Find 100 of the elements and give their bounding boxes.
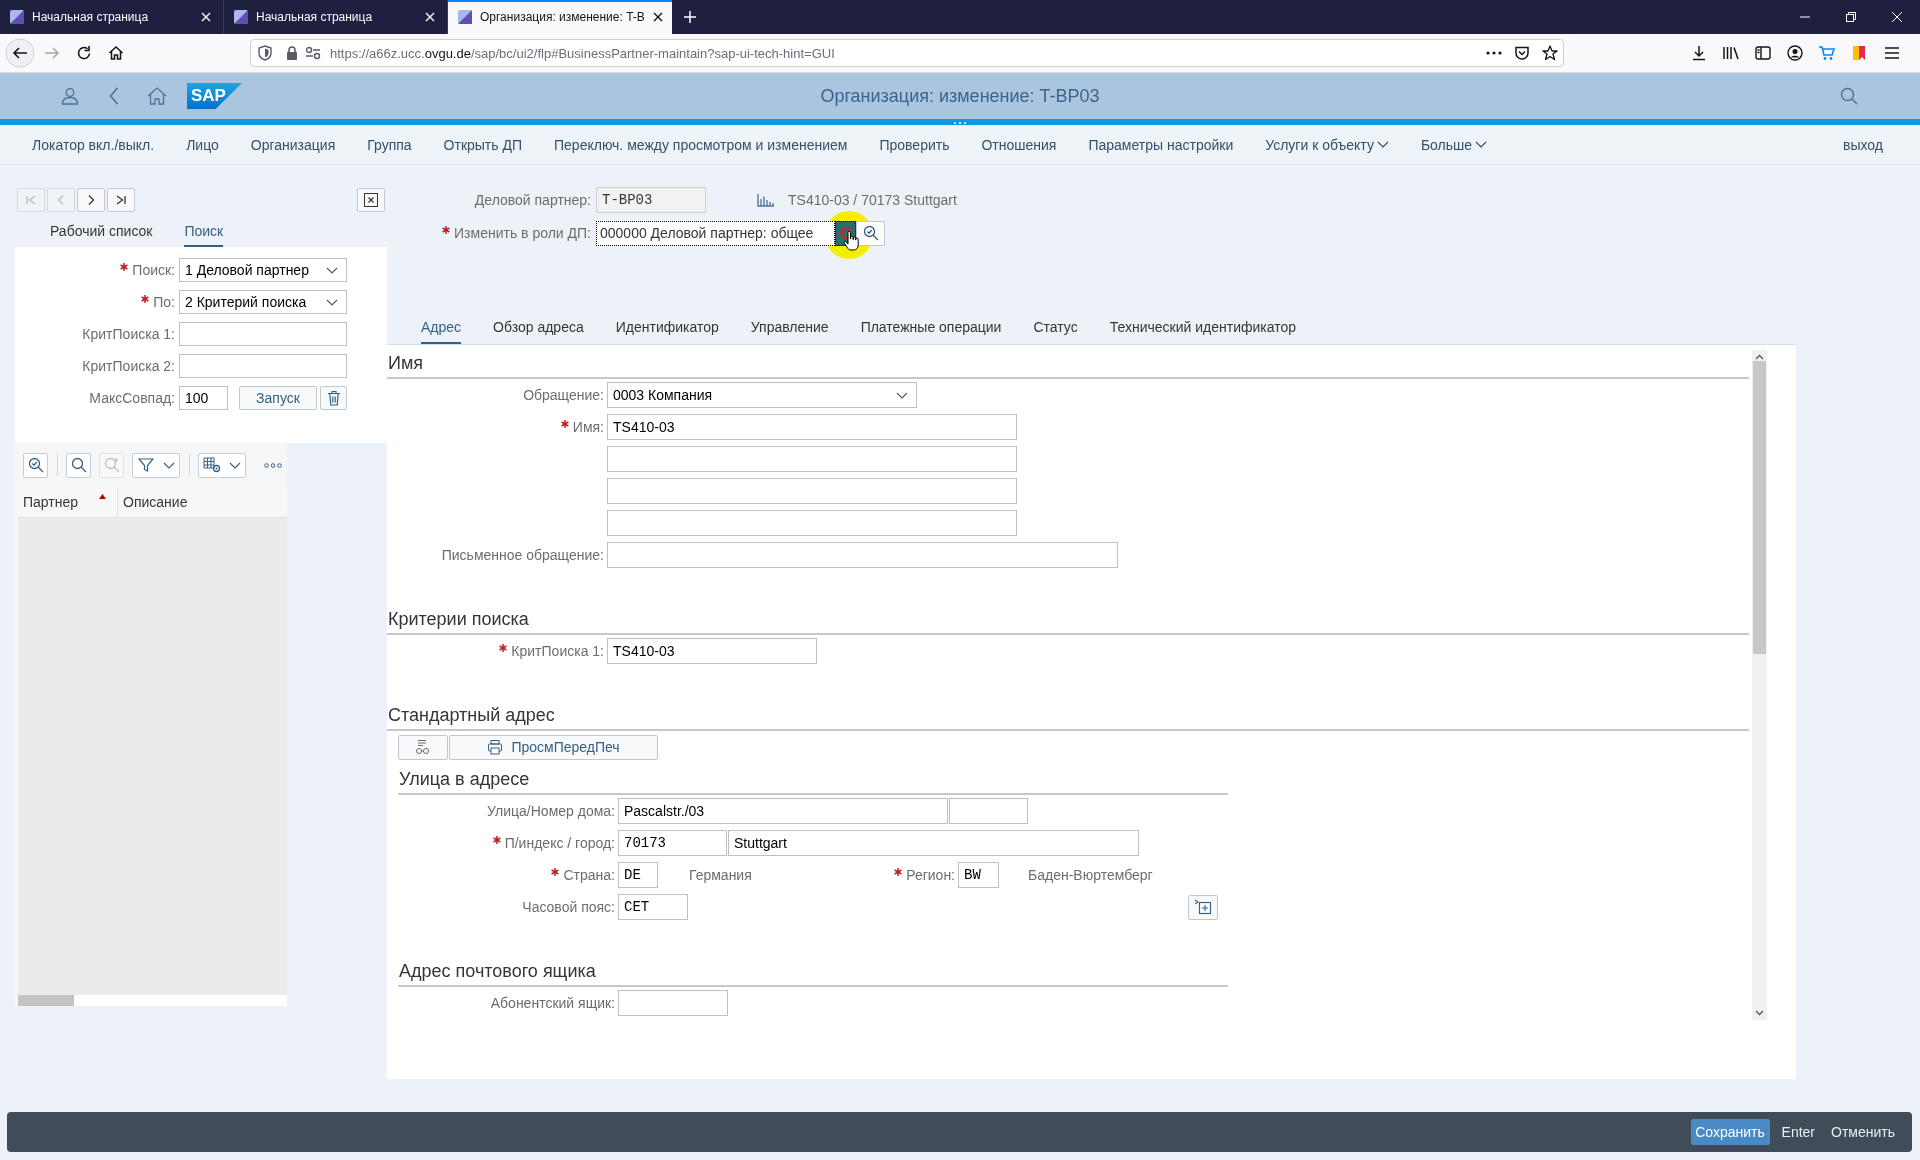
icon-button[interactable]: [398, 734, 448, 760]
column-header[interactable]: Описание: [123, 494, 188, 510]
menu-item[interactable]: Группа: [367, 136, 412, 153]
dropdown-field[interactable]: 0003 Компания: [607, 382, 917, 408]
shield-icon[interactable]: [257, 45, 273, 61]
toolbar-button[interactable]: [132, 452, 180, 478]
toolbar-button[interactable]: [66, 452, 91, 478]
field-label: П/индекс / город:: [504, 835, 615, 851]
input-field[interactable]: [179, 354, 347, 378]
footer-button[interactable]: Сохранить: [1690, 1119, 1770, 1145]
input-field[interactable]: [607, 542, 1118, 568]
scrollbar[interactable]: [1752, 350, 1767, 1020]
tab[interactable]: Идентификатор: [615, 311, 719, 344]
print-preview-button[interactable]: ПросмПередПеч: [449, 734, 658, 760]
dropdown-field[interactable]: 2 Критерий поиска: [179, 290, 347, 314]
menu-item[interactable]: Больше: [1420, 136, 1488, 153]
logo[interactable]: SAP: [187, 83, 242, 109]
dropdown-field[interactable]: 1 Деловой партнер: [179, 258, 347, 282]
browser-tab[interactable]: Организация: изменение: T-B: [448, 0, 672, 34]
input-field[interactable]: [618, 990, 728, 1016]
tab[interactable]: Платежные операции: [860, 311, 1002, 344]
toolbar-button[interactable]: [23, 452, 48, 478]
plus-icon[interactable]: [683, 10, 697, 24]
library-icon[interactable]: [1722, 45, 1740, 61]
tab[interactable]: Технический идентификатор: [1109, 311, 1297, 344]
download-icon[interactable]: [1691, 45, 1707, 61]
input-field[interactable]: TS410-03: [607, 638, 817, 664]
field-label: Регион:: [906, 867, 955, 883]
menu-item[interactable]: Открыть ДП: [443, 136, 522, 153]
value-help-button[interactable]: [856, 220, 885, 246]
tab[interactable]: Обзор адреса: [493, 311, 584, 344]
drag-handle-icon[interactable]: [954, 122, 966, 125]
menu-item[interactable]: Параметры настройки: [1088, 136, 1234, 153]
scrollbar-thumb[interactable]: [1753, 361, 1766, 654]
input-field[interactable]: DE: [618, 862, 658, 888]
input-field[interactable]: BW: [958, 862, 999, 888]
menu-item[interactable]: Проверить: [879, 136, 950, 153]
readonly-field: T-BP03: [596, 187, 706, 213]
menu-item[interactable]: Отношения: [981, 136, 1057, 153]
filter-icon: [137, 457, 154, 473]
close-panel-button[interactable]: [357, 188, 385, 212]
menu-item[interactable]: Переключ. между просмотром и изменением: [554, 136, 848, 153]
scrollbar-thumb[interactable]: [18, 995, 74, 1006]
favicon-icon: [458, 10, 472, 24]
tab[interactable]: Рабочий список: [50, 216, 153, 247]
exit-link[interactable]: выход: [1843, 136, 1883, 153]
chevron-down-icon: [1475, 141, 1488, 148]
menu-item[interactable]: Услуги к объекту: [1265, 136, 1389, 153]
close-icon[interactable]: [652, 12, 663, 22]
sidebar-icon[interactable]: [1755, 46, 1771, 60]
delete-button[interactable]: [320, 386, 347, 410]
account-icon[interactable]: [1787, 45, 1803, 61]
home-icon[interactable]: [108, 45, 124, 61]
dropdown-field[interactable]: 000000 Деловой партнер: общее: [596, 220, 835, 246]
field-label: МаксСовпад:: [89, 390, 175, 406]
reload-icon[interactable]: [76, 45, 92, 61]
input-field[interactable]: [607, 510, 1017, 536]
field-label: КритПоиска 1:: [82, 326, 175, 342]
menu-item[interactable]: Лицо: [186, 136, 219, 153]
tab[interactable]: Управление: [750, 311, 829, 344]
footer-button[interactable]: Отменить: [1827, 1119, 1899, 1145]
section-heading: Улица в адресе: [399, 768, 530, 790]
input-field[interactable]: TS410-03: [607, 414, 1017, 440]
value-description: Германия: [689, 867, 753, 883]
search-icon[interactable]: [1840, 87, 1858, 105]
column-header[interactable]: Партнер: [23, 494, 79, 510]
toolbar-button[interactable]: [198, 452, 246, 478]
address-bar[interactable]: https://a66z.ucc.ovgu.de/sap/bc/ui2/flp#BusinessPartner-maintain?sap-ui-tech-hint=GUI: [250, 39, 1564, 67]
tab[interactable]: Статус: [1033, 311, 1078, 344]
person-icon[interactable]: [61, 87, 79, 105]
scroll-up-icon[interactable]: [1755, 354, 1764, 360]
add-button[interactable]: [1188, 894, 1218, 920]
menu-item[interactable]: Локатор вкл./выкл.: [32, 136, 155, 153]
page-nav-button[interactable]: [77, 188, 105, 212]
sliders-icon[interactable]: [305, 46, 321, 60]
input-field[interactable]: [607, 478, 1017, 504]
scroll-down-icon[interactable]: [1755, 1010, 1764, 1016]
lock-icon[interactable]: [286, 45, 298, 61]
input-field[interactable]: [949, 798, 1028, 824]
chevron-shield-icon[interactable]: [1514, 45, 1530, 61]
url-text: https://a66z.ucc.ovgu.de/sap/bc/ui2/flp#BusinessPartner-maintain?sap-ui-tech-hint=GUI: [330, 45, 835, 61]
footer-button[interactable]: Enter: [1777, 1119, 1819, 1145]
input-field[interactable]: Stuttgart: [728, 830, 1139, 856]
input-field[interactable]: CET: [618, 894, 688, 920]
input-field[interactable]: 100: [179, 386, 228, 410]
page-nav-button[interactable]: [107, 188, 135, 212]
flag-icon[interactable]: [1852, 45, 1866, 61]
star-icon[interactable]: [1542, 45, 1558, 61]
field-label: По:: [153, 294, 175, 310]
chevron-down-icon: [326, 298, 338, 306]
cart-icon[interactable]: [1818, 45, 1836, 61]
menu-icon[interactable]: [1884, 46, 1900, 60]
input-field[interactable]: [179, 322, 347, 346]
more-icon[interactable]: [1486, 51, 1502, 55]
restore-icon[interactable]: [1845, 11, 1857, 23]
input-field[interactable]: Pascalstr./03: [618, 798, 948, 824]
run-button[interactable]: Запуск: [239, 386, 317, 410]
input-field[interactable]: [607, 446, 1017, 472]
input-field[interactable]: 70173: [618, 830, 727, 856]
menu-item[interactable]: Организация: [250, 136, 336, 153]
